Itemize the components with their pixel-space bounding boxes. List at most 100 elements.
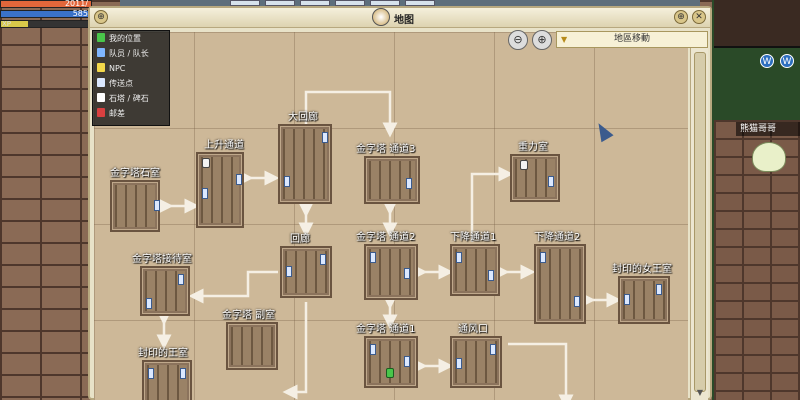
portal-icon xyxy=(370,344,376,355)
xp-label: XP xyxy=(2,20,12,28)
room-label: 封印的女王室 xyxy=(612,264,672,275)
portal-icon xyxy=(322,132,328,143)
room-da-huilang[interactable] xyxy=(278,124,332,204)
room-label: 上升通道 xyxy=(204,140,244,151)
portal-icon xyxy=(624,294,630,305)
portal-icon xyxy=(146,298,152,309)
mp-bar: 585 xyxy=(0,9,92,18)
party-icon xyxy=(97,48,105,57)
room-jinzita-shishi[interactable] xyxy=(110,180,160,232)
portal-icon xyxy=(548,176,554,187)
portal-icon xyxy=(404,268,410,279)
game-view: 2011/ 585 XP W W 熊猫哥哥 ⊕ 地图 ⊕ ✕ 金字塔石室 上升通… xyxy=(0,0,800,400)
world-icon[interactable]: W xyxy=(760,54,774,68)
legend-item-npc: NPC xyxy=(97,63,125,75)
my-position-icon xyxy=(97,33,105,42)
legend-item-portal: 传送点 xyxy=(97,78,133,90)
npc-icon xyxy=(97,63,105,72)
room-xiajiang-tongdao2[interactable] xyxy=(534,244,586,324)
room-label: 金字塔 副室 xyxy=(222,310,276,321)
legend-item-tower: 石塔 / 碑石 xyxy=(97,93,149,105)
room-label: 金字塔石室 xyxy=(110,168,160,179)
room-fengyin-nvwangshi[interactable] xyxy=(618,276,670,324)
room-label: 下降通道1 xyxy=(450,232,497,243)
map-emblem-icon xyxy=(372,8,390,26)
tower-icon xyxy=(520,160,528,170)
chevron-down-icon: ▼ xyxy=(561,35,568,44)
portal-icon xyxy=(456,358,462,369)
legend-item-party: 队员 / 队长 xyxy=(97,48,149,60)
hp-value: 2011/ xyxy=(64,0,88,8)
postman-icon xyxy=(97,108,105,117)
zoom-in-icon[interactable]: ⊕ xyxy=(532,30,552,50)
scroll-thumb[interactable] xyxy=(694,52,706,392)
room-jinzita-fushi[interactable] xyxy=(226,322,278,370)
room-xiajiang-tongdao1[interactable] xyxy=(450,244,500,296)
room-fengyin-wangshi[interactable] xyxy=(142,360,192,400)
room-label: 金字塔 通道1 xyxy=(356,324,416,335)
map-canvas[interactable]: 金字塔石室 上升通道 大回廊 金字塔 通道3 重力室 金字塔接待室 回廊 金字塔… xyxy=(94,32,688,400)
room-jinzita-tongdao1[interactable] xyxy=(364,336,418,388)
magnifier-icon-right[interactable]: ⊕ xyxy=(674,10,688,24)
room-label: 金字塔接待室 xyxy=(132,254,192,265)
room-zhongli-shi[interactable] xyxy=(510,154,560,202)
window-title: 地图 xyxy=(394,15,414,26)
map-scrollbar[interactable]: ▲ ▼ xyxy=(690,32,708,400)
portal-icon xyxy=(320,254,326,265)
room-label: 大回廊 xyxy=(288,112,318,123)
hp-bar: 2011/ xyxy=(0,0,92,8)
portal-icon xyxy=(406,178,412,189)
portal-icon xyxy=(488,270,494,281)
portal-icon xyxy=(284,176,290,187)
room-jinzita-tongdao3[interactable] xyxy=(364,156,420,204)
map-window: ⊕ 地图 ⊕ ✕ 金字塔石室 上升通道 大回廊 金字塔 通道3 重力室 金字塔接… xyxy=(88,6,712,400)
portal-icon xyxy=(148,368,154,379)
minimap[interactable] xyxy=(714,0,800,48)
player-status-hud: 2011/ 585 XP xyxy=(0,0,92,30)
portal-icon xyxy=(456,252,462,263)
xp-bar xyxy=(0,20,92,28)
portal-icon xyxy=(180,368,186,379)
map-titlebar[interactable]: ⊕ 地图 ⊕ ✕ xyxy=(90,8,710,28)
portal-icon xyxy=(236,174,242,185)
room-label: 重力室 xyxy=(518,142,548,153)
npc-name-tag: 熊猫哥哥 xyxy=(736,122,800,136)
dropdown-value: 地區移動 xyxy=(613,34,650,44)
room-label: 金字塔 通道3 xyxy=(356,144,416,155)
tower-icon xyxy=(202,158,210,168)
portal-icon xyxy=(97,78,105,87)
portal-icon xyxy=(178,274,184,285)
portal-icon xyxy=(656,284,662,295)
legend-item-my-position: 我的位置 xyxy=(97,33,141,45)
portal-icon xyxy=(154,200,160,211)
world-icon-2[interactable]: W xyxy=(780,54,794,68)
my-position-icon xyxy=(386,368,394,378)
room-tongfengkou[interactable] xyxy=(450,336,502,388)
area-move-dropdown[interactable]: ▼ 地區移動 xyxy=(556,31,708,48)
map-legend: 我的位置 队员 / 队长 NPC 传送点 石塔 / 碑石 邮差 xyxy=(92,30,170,126)
portal-icon xyxy=(286,266,292,277)
portal-icon xyxy=(404,356,410,367)
room-huilang[interactable] xyxy=(280,246,332,298)
mp-value: 585 xyxy=(72,9,88,18)
room-jinzita-tongdao2[interactable] xyxy=(364,244,418,300)
portal-icon xyxy=(540,252,546,263)
npc-character[interactable] xyxy=(752,142,786,172)
portal-icon xyxy=(370,252,376,263)
room-label: 通风口 xyxy=(458,324,488,335)
tower-icon xyxy=(97,93,105,102)
portal-icon xyxy=(574,296,580,307)
close-icon[interactable]: ✕ xyxy=(692,10,706,24)
legend-item-postman: 邮差 xyxy=(97,108,125,120)
portal-icon xyxy=(490,344,496,355)
room-label: 下降通道2 xyxy=(534,232,581,243)
scroll-down-icon[interactable]: ▼ xyxy=(694,388,706,400)
room-jinzita-jiedaishi[interactable] xyxy=(140,266,190,316)
room-shangsheng-tongdao[interactable] xyxy=(196,152,244,228)
room-label: 回廊 xyxy=(290,234,310,245)
room-label: 封印的王室 xyxy=(138,348,188,359)
magnifier-icon[interactable]: ⊕ xyxy=(94,10,108,24)
zoom-out-icon[interactable]: ⊖ xyxy=(508,30,528,50)
room-label: 金字塔 通道2 xyxy=(356,232,416,243)
portal-icon xyxy=(202,188,208,199)
